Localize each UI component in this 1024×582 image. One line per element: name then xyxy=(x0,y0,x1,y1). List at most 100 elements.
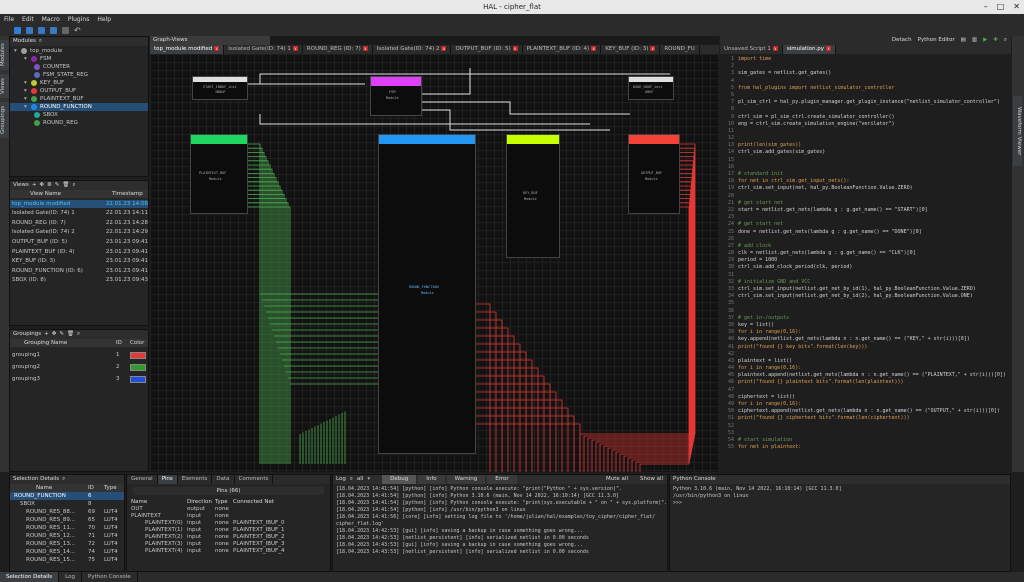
edit-grouping-icon[interactable]: ✎ xyxy=(59,330,64,339)
add-tab-icon[interactable]: ✚ xyxy=(993,36,998,45)
move-view-icon[interactable]: ✥ xyxy=(40,181,45,190)
module-item[interactable]: FSM_STATE_REG xyxy=(10,71,148,79)
chevron-down-icon[interactable]: ▾ xyxy=(24,87,28,95)
graph-tab[interactable]: KEY_BUF (ID: 3) x xyxy=(601,45,661,54)
sidebar-tab-views[interactable]: Views xyxy=(0,74,9,98)
close-icon[interactable]: x xyxy=(441,46,447,51)
module-item[interactable]: ▾ OUTPUT_BUF xyxy=(10,87,148,95)
groupings-search-icon[interactable]: ⌕ xyxy=(77,330,80,339)
close-icon[interactable]: x xyxy=(826,46,831,51)
selection-tree-row[interactable]: SBOX 8 xyxy=(10,500,124,508)
close-icon[interactable]: x xyxy=(214,46,220,51)
selection-tab[interactable]: Elements xyxy=(178,475,213,484)
grouping-color-swatch[interactable] xyxy=(130,375,146,383)
chevron-down-icon[interactable]: ▾ xyxy=(367,475,370,484)
minimize-icon[interactable]: – xyxy=(984,0,988,14)
menu-macro[interactable]: Macro xyxy=(42,14,60,25)
delete-view-icon[interactable]: 🗑 xyxy=(62,181,69,190)
module-item[interactable]: COUNTER xyxy=(10,63,148,71)
selection-tab[interactable]: General xyxy=(127,475,158,484)
close-icon[interactable]: ✕ xyxy=(1013,0,1020,14)
add-grouping-icon[interactable]: + xyxy=(44,330,49,339)
menu-file[interactable]: File xyxy=(4,14,14,25)
sidebar-tab-modules[interactable]: Modules xyxy=(0,40,9,70)
gate-fsm[interactable]: FSM Module xyxy=(370,76,422,116)
close-icon[interactable]: x xyxy=(512,46,518,51)
sidebar-tab-waveform[interactable]: Waveform Viewer xyxy=(1013,96,1022,166)
module-item[interactable]: ROUND_REG xyxy=(10,119,148,127)
log-filter-select[interactable]: all xyxy=(357,475,363,484)
selection-tree-row[interactable]: ROUND_RES_88... 69 LUT4 xyxy=(10,508,124,516)
graph-views-header[interactable]: Graph-Views xyxy=(153,36,187,45)
bottom-tab-python-console[interactable]: Python Console xyxy=(82,572,138,582)
views-row[interactable]: ROUND_REG (ID: 7) 22.01.23 14:28 xyxy=(10,219,148,227)
log-level-tab[interactable]: Debug xyxy=(382,475,417,484)
gate-output-buf[interactable]: OUTPUT_BUF Module xyxy=(628,134,680,214)
mute-all-button[interactable]: Mute all xyxy=(606,475,628,484)
views-row[interactable]: PLAINTEXT_BUF (ID: 4) 23.01.23 09:41 xyxy=(10,248,148,256)
graph-canvas[interactable]: START_INBUF_inst INBUF FSM Module DONE_O… xyxy=(150,54,719,472)
graph-tab[interactable]: top_module modified x xyxy=(150,45,225,54)
chevron-down-icon[interactable]: ▾ xyxy=(24,55,28,63)
module-item[interactable]: ▾ KEY_BUF xyxy=(10,79,148,87)
gate-key-buf[interactable]: KEY_BUF Module xyxy=(506,134,560,258)
delete-grouping-icon[interactable]: 🗑 xyxy=(67,330,74,339)
pin-row[interactable]: PLAINTEXT(4) input none PLAINTEXT_IBUF_4 xyxy=(127,548,330,555)
close-icon[interactable]: x xyxy=(650,46,656,51)
pin-row[interactable]: PLAINTEXT(2) input none PLAINTEXT_IBUF_2 xyxy=(127,534,330,541)
grouping-color-swatch[interactable] xyxy=(130,363,146,371)
editor-tab-unsaved[interactable]: Unsaved Script 1x xyxy=(720,45,783,54)
chevron-down-icon[interactable]: ▾ xyxy=(14,47,18,55)
detach-button[interactable]: Detach xyxy=(892,36,912,45)
views-row[interactable]: OUTPUT_BUF (ID: 5) 23.01.23 09:41 xyxy=(10,238,148,246)
layers-icon[interactable]: ≣ xyxy=(47,181,52,190)
graph-tab[interactable]: ROUND_FU xyxy=(660,45,700,54)
new-file-icon[interactable] xyxy=(14,27,21,34)
settings-icon[interactable] xyxy=(62,27,69,34)
views-row[interactable]: Isolated Gate(ID: 74) 2 22.01.23 14:29 xyxy=(10,228,148,236)
pin-row[interactable]: PLAINTEXT(1) input none PLAINTEXT_IBUF_1 xyxy=(127,527,330,534)
pin-row[interactable]: PLAINTEXT(3) input none PLAINTEXT_IBUF_3 xyxy=(127,541,330,548)
log-level-tab[interactable]: Error xyxy=(487,475,517,484)
gate-round-function[interactable]: ROUND_FUNCTION Module xyxy=(378,134,476,454)
views-row[interactable]: Isolated Gate(ID: 74) 1 22.01.23 14:11 xyxy=(10,209,148,217)
save-icon[interactable] xyxy=(38,27,45,34)
search-icon[interactable]: ⌕ xyxy=(39,37,42,46)
selection-tree-row[interactable]: ROUND_RES_89... 65 LUT4 xyxy=(10,516,124,524)
pin-row[interactable]: PLAINTEXT(0) input none PLAINTEXT_IBUF_0 xyxy=(127,520,330,527)
code-editor[interactable]: 1 import time 2 3 sim_gates = netlist.get_ga… xyxy=(720,54,1011,470)
open-file-icon[interactable] xyxy=(26,27,33,34)
python-console-output[interactable]: Python 3.10.6 (main, Nov 14 2022, 16:10:… xyxy=(670,484,1010,509)
sidebar-tab-groupings[interactable]: Groupings xyxy=(0,102,9,138)
undo-icon[interactable]: ↶ xyxy=(74,26,81,35)
module-item[interactable]: ▾ top_module xyxy=(10,47,148,55)
rename-view-icon[interactable]: ✎ xyxy=(55,181,60,190)
module-item[interactable]: ▾ FSM xyxy=(10,55,148,63)
chevron-down-icon[interactable]: ▾ xyxy=(24,79,28,87)
views-row[interactable]: KEY_BUF (ID: 3) 23.01.23 09:41 xyxy=(10,257,148,265)
views-row[interactable]: SBOX (ID: 8) 23.01.23 09:43 xyxy=(10,276,148,284)
editor-tab-simulation[interactable]: simulation.py x xyxy=(782,45,836,54)
save-as-icon[interactable] xyxy=(50,27,57,34)
grouping-row[interactable]: grouping1 1 xyxy=(10,351,148,359)
close-icon[interactable]: x xyxy=(772,46,778,51)
grouping-color-swatch[interactable] xyxy=(130,351,146,359)
selection-search-icon[interactable]: ⌕ xyxy=(62,475,65,484)
gate-start-inbuf[interactable]: START_INBUF_inst INBUF xyxy=(192,76,248,100)
editor-open-icon[interactable]: ▤ xyxy=(961,36,966,45)
bottom-tab-log[interactable]: Log xyxy=(59,572,82,582)
views-row[interactable]: ROUND_FUNCTION (ID: 6) 23.01.23 09:41 xyxy=(10,267,148,275)
grouping-row[interactable]: grouping2 2 xyxy=(10,363,148,371)
module-item[interactable]: ▾ PLAINTEXT_BUF xyxy=(10,95,148,103)
graph-tab[interactable]: Isolated Gate(ID: 74) 1x xyxy=(224,45,303,54)
close-icon[interactable]: x xyxy=(292,46,298,51)
selection-tab[interactable]: Comments xyxy=(235,475,274,484)
chevron-down-icon[interactable]: ▾ xyxy=(24,95,28,103)
gate-done-obuf[interactable]: DONE_OBUF_inst OBUF xyxy=(628,76,674,100)
editor-save-icon[interactable]: ▥ xyxy=(972,36,977,45)
views-search-icon[interactable]: ⌕ xyxy=(72,181,75,190)
selection-tree-row[interactable]: ROUND_FUNCTION 6 xyxy=(10,492,124,500)
menu-edit[interactable]: Edit xyxy=(22,14,34,25)
selection-tree-row[interactable]: ROUND_RES_13... 72 LUT4 xyxy=(10,540,124,548)
selection-tree-row[interactable]: ROUND_RES_14... 74 LUT4 xyxy=(10,548,124,556)
